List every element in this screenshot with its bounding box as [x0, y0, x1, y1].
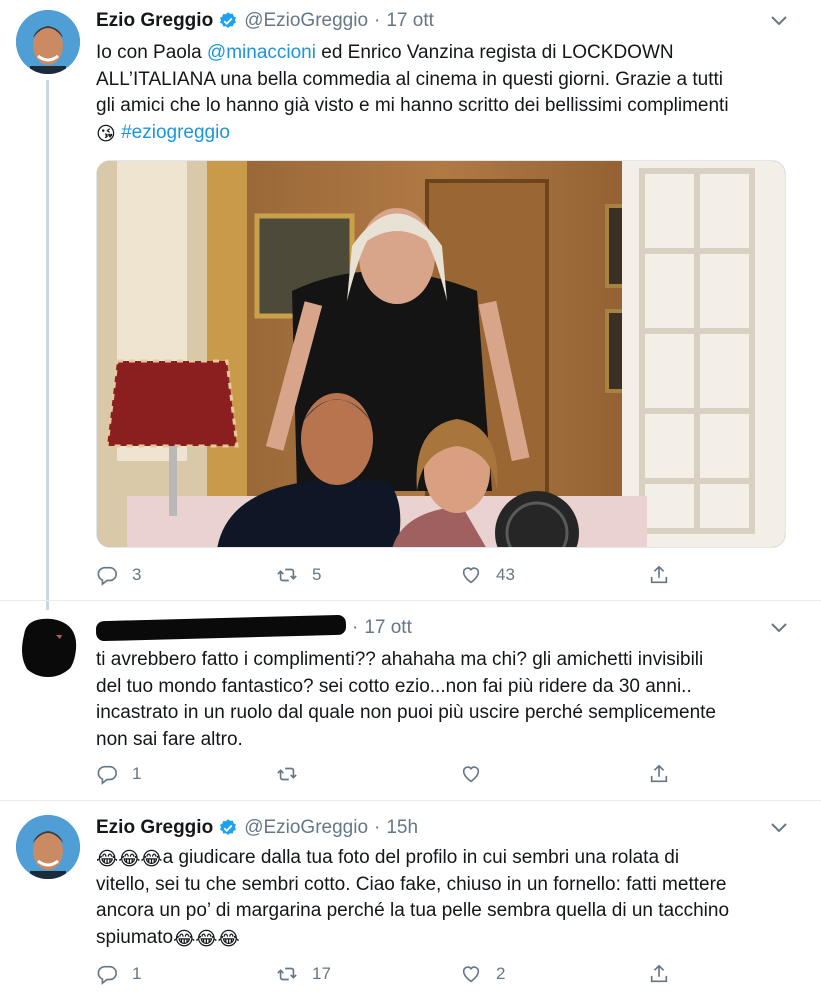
tweet-text: 😂😂😂a giudicare dalla tua foto del profil…	[96, 845, 796, 951]
separator-dot: ·	[352, 617, 359, 638]
reply-icon	[97, 965, 117, 985]
like-button[interactable]: 43	[460, 564, 515, 586]
text-line: vitello, sei tu che sembri cotto. Ciao f…	[96, 873, 727, 895]
text-line: ALL’ITALIANA una bella commedia al cinem…	[96, 68, 723, 90]
author-name[interactable]: Ezio Greggio	[96, 817, 213, 839]
retweet-count: 5	[312, 565, 322, 584]
reply-count: 3	[132, 565, 142, 584]
tweet-header: · 17 ott	[95, 614, 412, 642]
reply-button[interactable]: 1	[96, 963, 141, 985]
kiss-emoji: 😘	[96, 123, 116, 145]
tweet-text: ti avrebbero fatto i complimenti?? ahaha…	[96, 647, 796, 753]
text-line: spiumato😂😂😂	[96, 926, 240, 950]
text-line: non sai fare altro.	[96, 728, 243, 750]
reply-count: 1	[132, 764, 142, 783]
tweet-3[interactable]: Ezio Greggio @EzioGreggio · 15h 😂😂😂a giu…	[0, 801, 821, 1000]
avatar[interactable]	[16, 10, 80, 74]
avatar[interactable]	[16, 815, 80, 879]
like-count: 43	[496, 565, 515, 584]
redacted-author-name	[95, 614, 347, 642]
text-line: ancora un po’ di margarina perché la tua…	[96, 900, 730, 921]
verified-badge-icon	[220, 819, 237, 835]
hashtag-link[interactable]: #eziogreggio	[121, 122, 230, 143]
retweet-count: 17	[312, 964, 331, 983]
text-line: incastrato in un ruolo dal quale non puo…	[96, 702, 716, 723]
heart-icon	[462, 766, 480, 783]
tweet-header: Ezio Greggio @EzioGreggio · 17 ott	[96, 10, 434, 32]
reply-count: 1	[132, 964, 142, 983]
retweet-icon	[277, 767, 297, 781]
text-line: ti avrebbero fatto i complimenti?? ahaha…	[96, 649, 704, 670]
share-icon	[650, 764, 668, 783]
tweet-timestamp[interactable]: 17 ott	[364, 617, 412, 639]
retweet-button[interactable]: 17	[276, 963, 331, 985]
tweet-1[interactable]: Ezio Greggio @EzioGreggio · 17 ott Io co…	[0, 0, 821, 610]
tweet-timestamp[interactable]: 17 ott	[386, 10, 434, 32]
retweet-icon	[277, 568, 297, 582]
text-line: 😂😂😂a giudicare dalla tua foto del profil…	[96, 847, 680, 870]
separator-dot: ·	[374, 817, 381, 838]
tweet-text: Io con Paola @minaccioni ed Enrico Vanzi…	[96, 40, 796, 146]
tweet-photo[interactable]	[96, 160, 786, 548]
text-line: gli amici che lo hanno già visto e mi ha…	[96, 95, 729, 116]
chevron-down-icon[interactable]	[769, 621, 789, 635]
tweet-timestamp[interactable]: 15h	[386, 817, 418, 839]
laughing-emoji: 😂😂😂	[173, 928, 240, 950]
reply-icon	[97, 765, 117, 785]
like-button[interactable]	[460, 763, 482, 785]
like-button[interactable]: 2	[460, 963, 505, 985]
reply-button[interactable]: 3	[96, 564, 141, 586]
share-button[interactable]	[648, 763, 670, 785]
laughing-emoji: 😂😂😂	[96, 849, 163, 870]
heart-icon	[462, 966, 480, 983]
tweet-actions: 3 5 43	[96, 564, 686, 588]
heart-icon	[462, 567, 480, 584]
retweet-button[interactable]	[276, 763, 298, 785]
verified-badge-icon	[220, 12, 237, 28]
like-count: 2	[496, 964, 506, 983]
share-button[interactable]	[648, 564, 670, 586]
avatar-redacted[interactable]	[16, 613, 80, 677]
tweet-actions: 1	[96, 763, 686, 787]
chevron-down-icon[interactable]	[769, 14, 789, 28]
tweet-header: Ezio Greggio @EzioGreggio · 15h	[96, 817, 418, 839]
reply-icon	[97, 566, 117, 586]
share-button[interactable]	[648, 963, 670, 985]
tweet-actions: 1 17 2	[96, 963, 686, 987]
author-handle[interactable]: @EzioGreggio	[244, 10, 368, 32]
tweet-2[interactable]: · 17 ott ti avrebbero fatto i compliment…	[0, 601, 821, 801]
text-line: Io con Paola @minaccioni ed Enrico Vanzi…	[96, 42, 674, 63]
separator-dot: ·	[374, 10, 381, 31]
author-handle[interactable]: @EzioGreggio	[244, 817, 368, 839]
share-icon	[650, 964, 668, 983]
chevron-down-icon[interactable]	[769, 821, 789, 835]
text-line: 😘 #eziogreggio	[96, 120, 796, 147]
retweet-button[interactable]: 5	[276, 564, 321, 586]
reply-button[interactable]: 1	[96, 763, 141, 785]
share-icon	[650, 565, 668, 584]
text-line: del tuo mondo fantastico? sei cotto ezio…	[96, 675, 692, 697]
author-name[interactable]: Ezio Greggio	[96, 10, 213, 32]
mention-link[interactable]: @minaccioni	[207, 42, 316, 63]
retweet-icon	[277, 967, 297, 981]
thread-line	[46, 80, 49, 610]
